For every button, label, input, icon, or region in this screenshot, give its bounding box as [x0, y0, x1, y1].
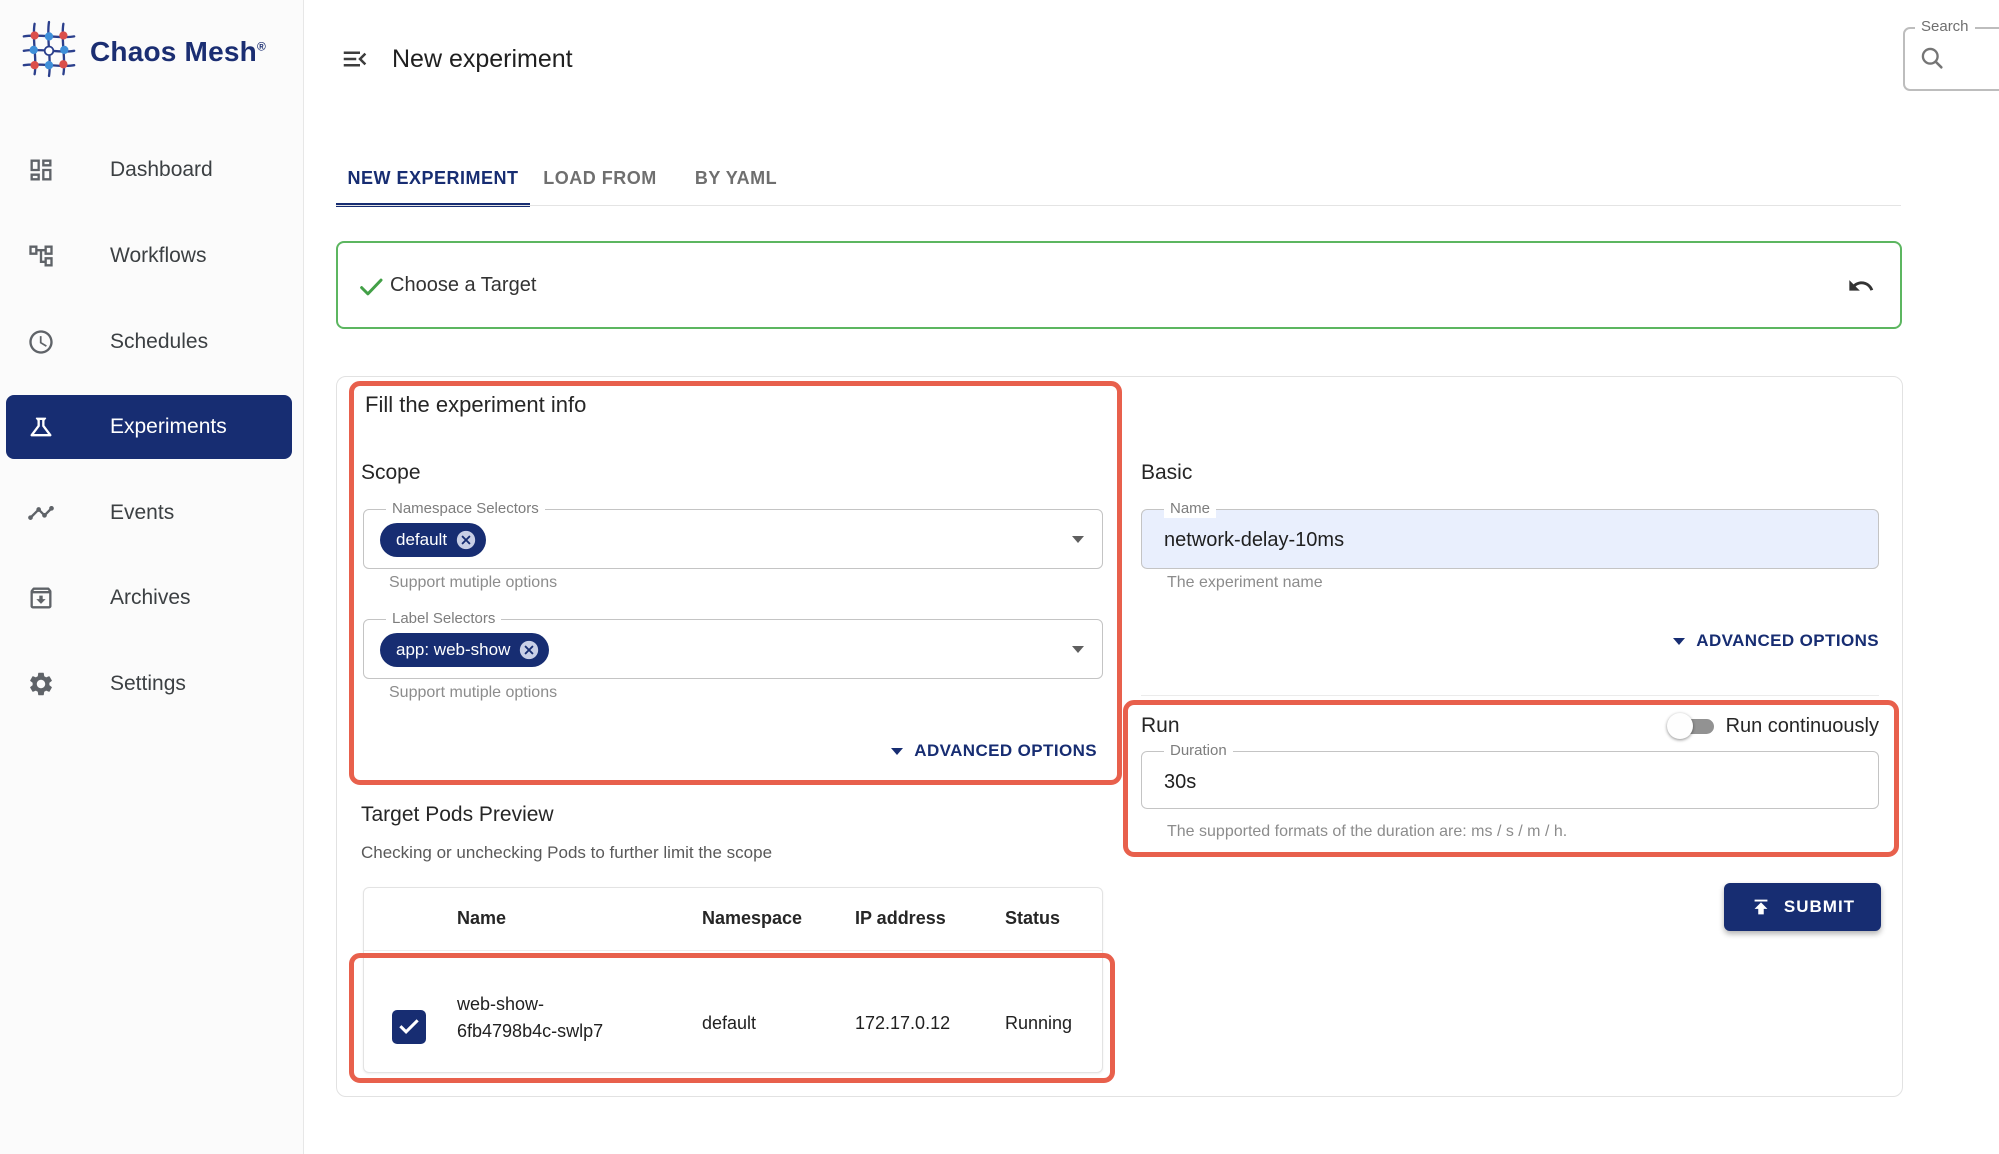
basic-heading: Basic	[1141, 461, 1192, 485]
advanced-options-basic[interactable]: ADVANCED OPTIONS	[1141, 631, 1879, 651]
label-selectors-label: Label Selectors	[386, 610, 501, 628]
duration-field-label: Duration	[1164, 742, 1233, 760]
chip-delete-icon[interactable]	[518, 639, 540, 661]
search-field[interactable]: Search	[1903, 27, 1999, 91]
sidebar-item-label: Archives	[110, 586, 191, 610]
upload-icon	[1750, 896, 1772, 918]
fill-info-heading: Fill the experiment info	[365, 392, 586, 418]
tab-new-experiment[interactable]: NEW EXPERIMENT	[336, 150, 530, 206]
namespace-chip[interactable]: default	[380, 523, 486, 557]
sidebar-item-label: Settings	[110, 672, 186, 696]
tab-load-from[interactable]: LOAD FROM	[530, 150, 670, 206]
sidebar-item-archives[interactable]: Archives	[6, 566, 292, 630]
run-heading: Run	[1141, 714, 1180, 738]
duration-helper: The supported formats of the duration ar…	[1167, 823, 1567, 841]
chip-delete-icon[interactable]	[455, 529, 477, 551]
pod-status: Running	[1005, 1013, 1072, 1034]
sidebar-item-label: Experiments	[110, 415, 227, 439]
mesh-logo-icon	[22, 20, 76, 83]
column-header-name: Name	[457, 908, 506, 929]
choose-target-panel[interactable]: Choose a Target	[336, 241, 1902, 329]
flask-icon	[26, 412, 56, 442]
experiment-tabs: NEW EXPERIMENT LOAD FROM BY YAML	[336, 150, 802, 206]
toggle-thumb	[1667, 713, 1693, 739]
tab-by-yaml[interactable]: BY YAML	[670, 150, 802, 206]
workflow-tree-icon	[26, 241, 56, 271]
label-selector-chip[interactable]: app: web-show	[380, 633, 549, 667]
sidebar-item-label: Dashboard	[110, 158, 213, 182]
pod-name: web-show-6fb4798b4c-swlp7	[457, 991, 609, 1045]
check-icon	[356, 272, 386, 302]
column-header-status: Status	[1005, 908, 1060, 929]
undo-button[interactable]	[1844, 269, 1878, 303]
tabs-divider	[336, 205, 1901, 206]
pod-ip-address: 172.17.0.12	[855, 1013, 950, 1034]
experiment-form-card: Fill the experiment info Scope Namespace…	[336, 376, 1903, 1097]
scope-heading: Scope	[361, 461, 421, 485]
column-header-namespace: Namespace	[702, 908, 802, 929]
chevron-down-icon	[1072, 646, 1084, 653]
namespace-selectors-field[interactable]: Namespace Selectors default	[363, 509, 1103, 569]
sidebar-item-label: Schedules	[110, 330, 208, 354]
gear-icon	[26, 669, 56, 699]
sidebar-item-experiments[interactable]: Experiments	[6, 395, 292, 459]
pods-preview-subheading: Checking or unchecking Pods to further l…	[361, 843, 772, 863]
choose-target-label: Choose a Target	[390, 274, 536, 297]
page-title: New experiment	[392, 45, 573, 74]
sidebar-item-label: Workflows	[110, 244, 206, 268]
sidebar-item-label: Events	[110, 501, 174, 525]
namespace-selectors-label: Namespace Selectors	[386, 500, 545, 518]
triangle-down-icon	[1673, 638, 1685, 645]
archive-icon	[26, 583, 56, 613]
sidebar-item-settings[interactable]: Settings	[6, 652, 292, 716]
run-continuously-label: Run continuously	[1726, 715, 1879, 738]
advanced-options-label: ADVANCED OPTIONS	[914, 741, 1097, 761]
sidebar-item-events[interactable]: Events	[6, 481, 292, 545]
triangle-down-icon	[891, 748, 903, 755]
clock-icon	[26, 327, 56, 357]
submit-button[interactable]: SUBMIT	[1724, 883, 1881, 931]
menu-open-icon[interactable]	[340, 44, 370, 74]
label-chip-label: app: web-show	[396, 640, 510, 660]
run-continuously-toggle[interactable]	[1670, 718, 1714, 735]
name-field-helper: The experiment name	[1167, 574, 1323, 592]
chaos-mesh-logo[interactable]: Chaos Mesh®	[22, 20, 266, 83]
logo-text: Chaos Mesh®	[90, 36, 266, 68]
sidebar-item-schedules[interactable]: Schedules	[6, 310, 292, 374]
search-input[interactable]	[1953, 39, 1999, 77]
section-divider	[1141, 695, 1879, 696]
dashboard-icon	[26, 155, 56, 185]
label-selectors-helper: Support mutiple options	[389, 684, 557, 702]
pods-table: Name Namespace IP address Status web-sho…	[363, 887, 1103, 1073]
duration-input[interactable]	[1162, 764, 1858, 800]
table-header-divider	[364, 950, 1102, 951]
submit-label: SUBMIT	[1784, 897, 1855, 917]
namespace-chip-label: default	[396, 530, 447, 550]
pod-checkbox[interactable]	[392, 1010, 426, 1044]
sidebar: Chaos Mesh® Dashboard Workflows Schedule…	[0, 0, 304, 1154]
timeline-icon	[26, 498, 56, 528]
advanced-options-label: ADVANCED OPTIONS	[1696, 631, 1879, 651]
sidebar-item-workflows[interactable]: Workflows	[6, 224, 292, 288]
search-icon	[1918, 44, 1946, 72]
namespace-helper: Support mutiple options	[389, 574, 557, 592]
name-field-label: Name	[1164, 500, 1216, 518]
sidebar-item-dashboard[interactable]: Dashboard	[6, 138, 292, 202]
column-header-ip: IP address	[855, 908, 946, 929]
pod-namespace: default	[702, 1013, 756, 1034]
duration-field[interactable]: Duration	[1141, 751, 1879, 809]
experiment-name-input[interactable]	[1162, 522, 1858, 558]
chevron-down-icon	[1072, 536, 1084, 543]
experiment-name-field[interactable]: Name	[1141, 509, 1879, 569]
label-selectors-field[interactable]: Label Selectors app: web-show	[363, 619, 1103, 679]
pods-preview-heading: Target Pods Preview	[361, 803, 554, 827]
advanced-options-scope[interactable]: ADVANCED OPTIONS	[361, 741, 1097, 761]
search-label: Search	[1915, 18, 1975, 35]
